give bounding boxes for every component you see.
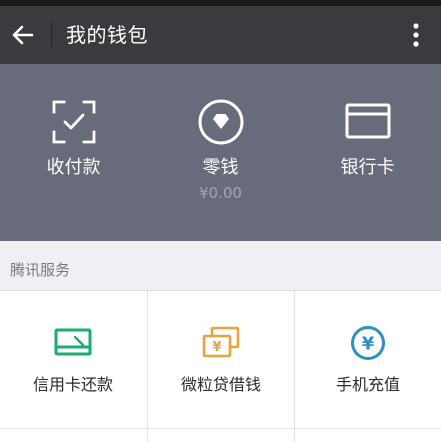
wallet-label-pay: 收付款 <box>46 157 101 178</box>
wallet-label-bank-card: 银行卡 <box>340 157 395 178</box>
coin-diamond-icon <box>198 99 243 145</box>
page-title: 我的钱包 <box>66 23 148 47</box>
loan-cards-icon: ¥ <box>202 326 240 358</box>
section-title-tencent-services: 腾讯服务 <box>10 261 71 279</box>
bank-card-icon <box>345 103 390 139</box>
wallet-item-bank-card[interactable]: 银行卡 <box>294 64 441 241</box>
credit-card-repay-icon <box>54 328 92 356</box>
change-balance: ¥0.00 <box>199 184 242 202</box>
vertical-dots-icon <box>413 23 419 47</box>
arrow-left-icon <box>12 25 34 45</box>
wallet-item-pay[interactable]: 收付款 <box>0 64 147 241</box>
service-label-weilidai-loan: 微粒贷借钱 <box>180 375 261 394</box>
wallet-panel: 收付款 零钱 ¥0.00 银行卡 <box>0 64 441 241</box>
wallet-label-change: 零钱 <box>202 157 239 178</box>
services-grid: 信用卡还款 ¥ 微粒贷借钱 ¥ 手机充值 <box>0 290 441 442</box>
service-weilidai-loan[interactable]: ¥ 微粒贷借钱 <box>147 291 294 442</box>
more-button[interactable] <box>403 17 429 53</box>
scan-check-icon <box>52 100 95 144</box>
yuan-circle-icon: ¥ <box>351 326 385 360</box>
wallet-item-change[interactable]: 零钱 ¥0.00 <box>147 64 294 241</box>
grid-row-divider <box>0 428 441 429</box>
service-mobile-topup[interactable]: ¥ 手机充值 <box>294 291 441 442</box>
back-button[interactable] <box>6 17 42 53</box>
svg-text:¥: ¥ <box>212 340 221 355</box>
service-label-credit-card-repay: 信用卡还款 <box>32 375 113 394</box>
header-divider <box>51 23 52 47</box>
app-header: 我的钱包 <box>0 6 441 64</box>
svg-text:¥: ¥ <box>362 334 375 355</box>
service-credit-card-repay[interactable]: 信用卡还款 <box>0 291 146 442</box>
service-label-mobile-topup: 手机充值 <box>335 375 400 394</box>
